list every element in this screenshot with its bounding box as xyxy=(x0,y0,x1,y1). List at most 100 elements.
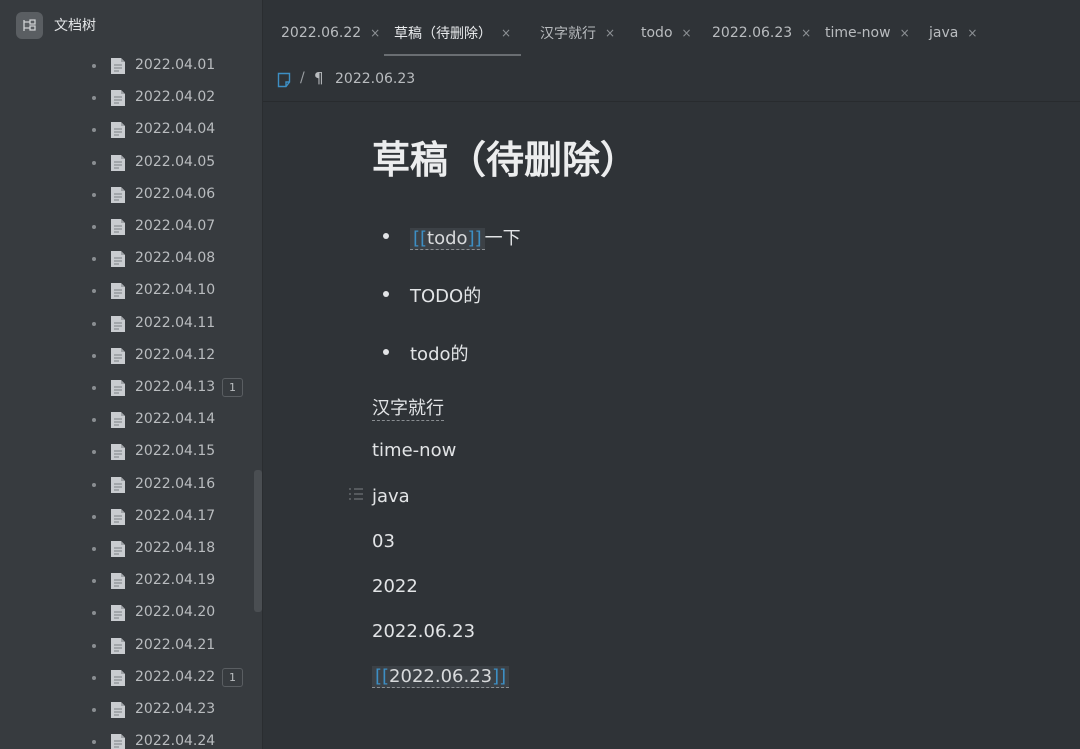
close-icon[interactable]: × xyxy=(605,26,615,40)
tree-item-label: 2022.04.07 xyxy=(135,218,216,234)
tree-item[interactable]: 2022.04.17 xyxy=(0,501,250,533)
paragraph-ref[interactable]: 汉字就行 xyxy=(372,394,444,421)
ref-count-badge[interactable]: 1 xyxy=(222,667,243,687)
tree-bullet-icon xyxy=(92,675,96,680)
tree-item[interactable]: 2022.04.04 xyxy=(0,114,250,146)
tree-item[interactable]: 2022.04.01 xyxy=(0,50,250,82)
paragraph[interactable]: 2022.06.23 xyxy=(372,621,475,642)
paragraph-icon[interactable]: ¶ xyxy=(314,69,324,87)
tab-3[interactable]: todo × xyxy=(641,10,692,56)
tree-item[interactable]: 2022.04.10 xyxy=(0,275,250,307)
close-icon[interactable]: × xyxy=(501,26,511,40)
tree-item[interactable]: 2022.04.22 1 xyxy=(0,662,250,694)
tree-item-label: 2022.04.01 xyxy=(135,57,216,73)
tree-bullet-icon xyxy=(92,96,96,101)
app-window: 文档树 2022.04.01 2022.04.02 2022.04.04 2022.0… xyxy=(0,0,1080,749)
tree-logo-icon[interactable] xyxy=(16,11,43,39)
paragraph[interactable]: time-now xyxy=(372,440,456,461)
tab-label: todo xyxy=(641,25,673,41)
file-icon xyxy=(110,379,126,397)
tree-item-label: 2022.04.20 xyxy=(135,604,216,621)
list-item-text: TODO的 xyxy=(410,286,482,307)
tree-bullet-icon xyxy=(92,321,96,326)
tree-bullet-icon xyxy=(92,740,96,745)
block-menu-icon[interactable] xyxy=(348,487,364,501)
close-icon[interactable]: × xyxy=(370,26,380,40)
file-icon xyxy=(110,443,126,461)
file-icon xyxy=(110,733,126,749)
tree-bullet-icon xyxy=(92,192,96,197)
tree-bullet-icon xyxy=(92,482,96,487)
tree-item[interactable]: 2022.04.05 xyxy=(0,147,250,179)
file-icon xyxy=(110,186,126,204)
tab-6[interactable]: java × xyxy=(929,10,977,56)
tab-label: 2022.06.23 xyxy=(712,25,793,41)
tree-item-label: 2022.04.22 xyxy=(135,668,216,685)
breadcrumb-separator: / xyxy=(300,70,305,86)
tab-label: 草稿（待删除） xyxy=(394,26,492,42)
list-item-text: todo的 xyxy=(410,344,469,365)
tab-4[interactable]: 2022.06.23 × xyxy=(712,10,811,56)
tree-item-label: 2022.04.19 xyxy=(135,572,216,589)
tree-bullet-icon xyxy=(92,418,96,423)
sidebar-scrollbar-thumb[interactable] xyxy=(254,470,262,612)
sidebar-scrollbar[interactable] xyxy=(253,50,262,749)
sidebar-title: 文档树 xyxy=(54,18,96,34)
tree-item-label: 2022.04.16 xyxy=(135,475,216,492)
close-icon[interactable]: × xyxy=(801,26,811,40)
tree-item-label: 2022.04.12 xyxy=(135,346,216,363)
tree-item-label: 2022.04.10 xyxy=(135,282,216,299)
tree-item[interactable]: 2022.04.23 xyxy=(0,694,250,726)
tree-item[interactable]: 2022.04.21 xyxy=(0,630,250,662)
tree-item-label: 2022.04.02 xyxy=(135,89,216,106)
tree-item[interactable]: 2022.04.07 xyxy=(0,211,250,243)
tree-item-label: 2022.04.05 xyxy=(135,153,216,170)
tree-item[interactable]: 2022.04.16 xyxy=(0,469,250,501)
close-icon[interactable]: × xyxy=(967,26,977,40)
tab-label: java xyxy=(929,25,959,41)
paragraph[interactable]: [[2022.06.23]] xyxy=(372,666,510,688)
tree-item[interactable]: 2022.04.18 xyxy=(0,533,250,565)
editor-area[interactable]: 草稿（待删除） [[todo]] 一下 TODO的 todo的 汉字就行 time… xyxy=(263,103,1080,749)
active-tab-indicator xyxy=(384,54,522,56)
tree-bullet-icon xyxy=(92,289,96,294)
tree-item[interactable]: 2022.04.12 xyxy=(0,340,250,372)
bullet-icon xyxy=(383,233,389,239)
tab-1[interactable]: 草稿（待删除） × xyxy=(384,10,522,56)
tab-0[interactable]: 2022.06.22 × xyxy=(281,10,380,56)
ref-count-badge[interactable]: 1 xyxy=(222,378,243,397)
tab-5[interactable]: time-now × xyxy=(825,10,910,56)
block-ref-link[interactable]: [[todo]] xyxy=(410,228,485,250)
block-ref-link[interactable]: [[2022.06.23]] xyxy=(372,666,510,688)
tree-item[interactable]: 2022.04.15 xyxy=(0,436,250,468)
file-icon xyxy=(110,540,126,558)
close-icon[interactable]: × xyxy=(900,26,910,40)
close-icon[interactable]: × xyxy=(682,26,692,40)
tree-item[interactable]: 2022.04.20 xyxy=(0,597,250,629)
tab-2[interactable]: 汉字就行 × xyxy=(540,10,615,56)
tree-item[interactable]: 2022.04.24 xyxy=(0,726,250,749)
file-icon xyxy=(110,701,126,719)
tree-item-label: 2022.04.11 xyxy=(135,314,216,331)
tree-item[interactable]: 2022.04.08 xyxy=(0,243,250,275)
file-icon xyxy=(110,476,126,494)
tree-item[interactable]: 2022.04.19 xyxy=(0,565,250,597)
paragraph[interactable]: 2022 xyxy=(372,576,418,597)
list-item-text: 一下 xyxy=(484,228,521,249)
file-icon xyxy=(110,508,126,526)
tree-item[interactable]: 2022.04.06 xyxy=(0,179,250,211)
tree-bullet-icon xyxy=(92,386,96,390)
breadcrumb-current[interactable]: 2022.06.23 xyxy=(335,71,415,87)
paragraph[interactable]: 03 xyxy=(372,531,395,552)
tree-item[interactable]: 2022.04.11 xyxy=(0,308,250,340)
page-title[interactable]: 草稿（待删除） xyxy=(372,129,638,184)
file-icon xyxy=(110,411,126,429)
tree-item[interactable]: 2022.04.13 1 xyxy=(0,372,250,404)
document-icon[interactable] xyxy=(277,72,291,88)
tree-item[interactable]: 2022.04.02 xyxy=(0,82,250,114)
tree-item-label: 2022.04.21 xyxy=(135,636,216,653)
tree-bullet-icon xyxy=(92,708,96,712)
tree-item[interactable]: 2022.04.14 xyxy=(0,404,250,436)
file-icon xyxy=(110,218,126,236)
paragraph[interactable]: java xyxy=(372,486,410,507)
